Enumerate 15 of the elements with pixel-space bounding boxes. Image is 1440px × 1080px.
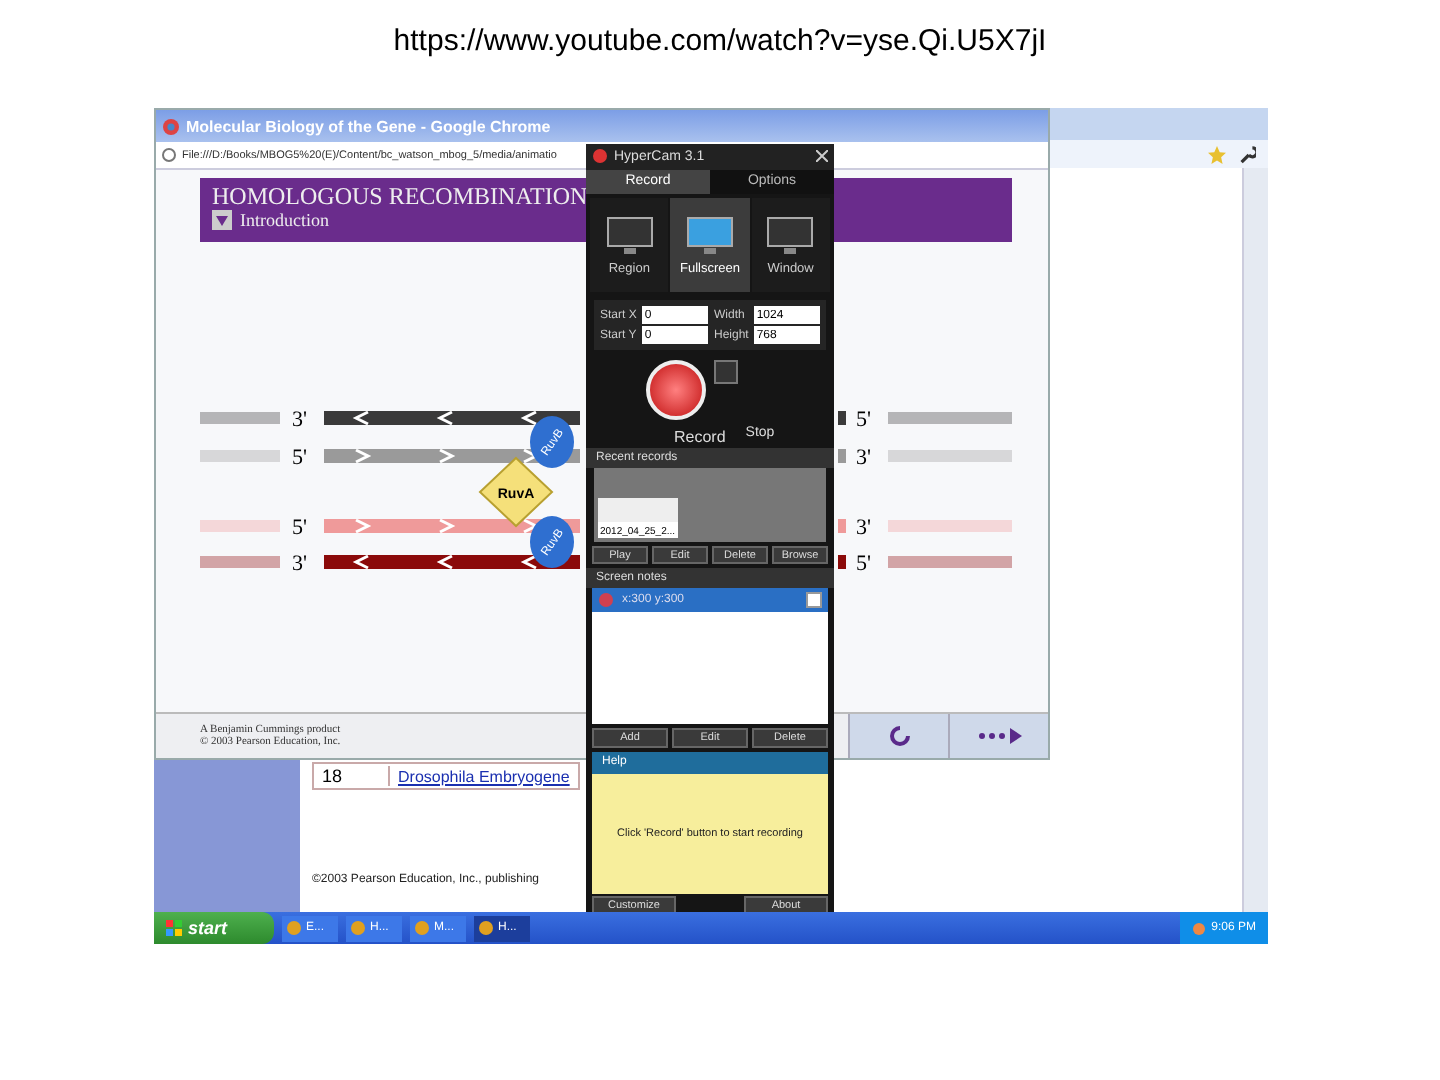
section-title: Introduction: [240, 210, 329, 230]
strand-end-label: 5': [856, 408, 871, 432]
strand-end-label: 3': [856, 516, 871, 540]
table-cell: 18: [314, 766, 390, 786]
strand-end-label: 3': [292, 552, 307, 576]
animation-link[interactable]: Drosophila Embryogene: [398, 767, 570, 785]
strand-end-label: 3': [856, 446, 871, 470]
window-title: Molecular Biology of the Gene - Google Chrome: [186, 117, 551, 135]
video-url: https://www.youtube.com/watch?v=yse.Qi.U5X7jI: [393, 24, 1047, 58]
strand-end-label: 5': [856, 552, 871, 576]
strand-end-label: 5': [292, 446, 307, 470]
banner-title: HOMOLOGOUS RECOMBINATION: [212, 182, 590, 210]
strand-end-label: 5': [292, 516, 307, 540]
record-label: Record: [674, 428, 726, 447]
strand-end-label: 3': [292, 408, 307, 432]
